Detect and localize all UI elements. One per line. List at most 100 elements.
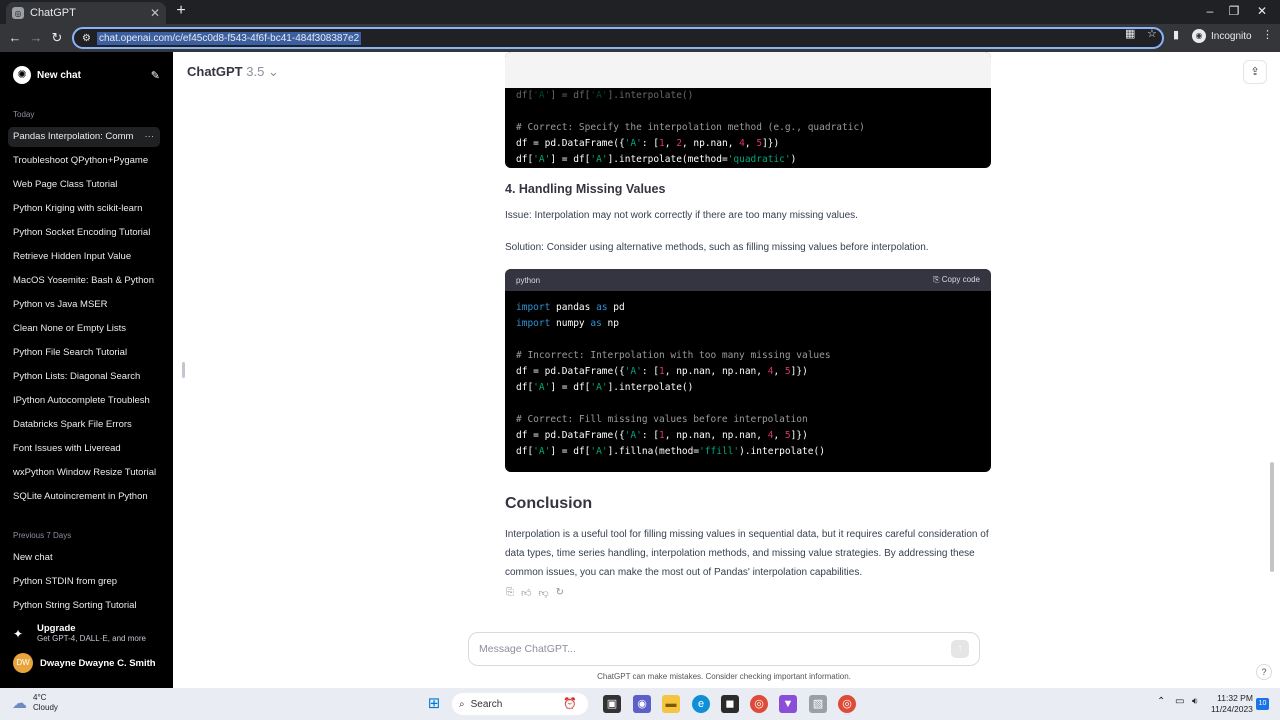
chat-item[interactable]: Retrieve Hidden Input Value [8,247,160,267]
app-icon[interactable]: ▧ [809,695,827,713]
notification-badge[interactable]: 10 [1256,698,1269,710]
message-composer[interactable]: Message ChatGPT... ↑ [468,632,980,666]
code-line: import numpy as np [516,318,619,329]
help-icon[interactable]: ? [1256,664,1272,680]
thumbs-down-icon[interactable]: 👎︎ [538,587,548,599]
code-line: df = pd.DataFrame({'A': [1, np.nan, np.n… [516,366,808,377]
user-menu[interactable]: DW Dwayne Dwayne C. Smith [13,652,163,674]
close-window-icon[interactable]: ✕ [1250,2,1274,20]
code-line: import pandas as pd [516,302,625,313]
address-bar[interactable]: ⚙ chat.openai.com/c/ef45c0d8-f543-4f6f-b… [72,27,1164,49]
new-chat-button[interactable]: ✺ New chat ✎ [8,64,160,86]
section-label-previous: Previous 7 Days [13,531,72,540]
side-panel-icon[interactable]: ▮ [1173,28,1179,41]
chrome-active-icon[interactable]: ◎ [838,695,856,713]
chat-item[interactable]: Python Socket Encoding Tutorial [8,223,160,243]
close-tab-icon[interactable]: ✕ [150,6,160,20]
scrollbar[interactable] [1270,462,1274,572]
send-button[interactable]: ↑ [951,640,969,658]
code-line: df = pd.DataFrame({'A': [1, np.nan, np.n… [516,430,808,441]
restore-icon[interactable]: ❐ [1222,2,1246,20]
windows-start-icon[interactable]: ⊞ [425,695,443,713]
minimize-icon[interactable]: – [1198,2,1222,20]
clock-date: 11/24/2023 [1211,704,1253,714]
sidebar-toggle-handle[interactable] [182,362,185,378]
code-comment: # Incorrect: Interpolation with too many… [516,350,831,361]
chrome-icon[interactable]: ◎ [750,695,768,713]
site-info-icon[interactable]: ⚙ [82,33,91,44]
section-label-today: Today [13,110,35,119]
upgrade-title: Upgrade [37,623,76,634]
code-line: df['A'] = df['A'].interpolate() [516,90,694,101]
chat-item-label: Pandas Interpolation: Comm [13,131,134,142]
code-block: df['A'] = df['A'].interpolate() # Correc… [505,52,991,168]
app-icon[interactable]: ▼ [779,695,797,713]
edge-icon[interactable]: e [692,695,710,713]
upgrade-button[interactable]: ✦ Upgrade Get GPT-4, DALL·E, and more [13,623,163,647]
weather-widget[interactable]: ☁ 4°C Cloudy [12,693,58,713]
teams-icon[interactable]: ◉ [633,695,651,713]
temperature: 4°C [33,693,47,702]
url-text[interactable]: chat.openai.com/c/ef45c0d8-f543-4f6f-bc4… [96,31,362,45]
share-icon[interactable]: ⇪ [1243,60,1267,84]
tab-title: ChatGPT [30,7,76,19]
chat-item[interactable]: Pandas Interpolation: Comm ··· [8,127,160,147]
menu-icon[interactable]: ⋮ [1262,28,1273,41]
taskbar-search-label: Search [470,698,503,710]
qr-code-icon[interactable]: ▦ [1125,27,1135,40]
message-input[interactable]: Message ChatGPT... [479,643,951,655]
chat-item[interactable]: IPython Autocomplete Troublesh [8,391,160,411]
chat-item[interactable]: Databricks Spark File Errors [8,415,160,435]
chat-item[interactable]: Python Lists: Diagonal Search [8,367,160,387]
new-chat-edit-icon[interactable]: ✎ [151,69,160,82]
widget-icon[interactable]: ⏰ [561,695,579,713]
chat-item[interactable]: Python String Sorting Tutorial [8,596,160,616]
file-explorer-icon[interactable]: ▬ [662,695,680,713]
chat-item[interactable]: Python File Search Tutorial [8,343,160,363]
back-icon[interactable]: ← [6,29,24,47]
section-heading: 4. Handling Missing Values [505,182,666,196]
browser-tab[interactable]: ◎ ChatGPT ✕ [6,2,166,24]
upgrade-subtitle: Get GPT-4, DALL·E, and more [37,634,146,643]
clock[interactable]: 11:32 PM 11/24/2023 [1211,693,1253,715]
regenerate-icon[interactable]: ↻ [556,587,564,599]
task-view-icon[interactable]: ▣ [603,695,621,713]
chat-item[interactable]: Clean None or Empty Lists [8,319,160,339]
copy-code-button[interactable]: ⎘ Copy code [933,275,980,285]
chat-item[interactable]: wxPython Window Resize Tutorial [8,463,160,483]
chatgpt-favicon-icon: ◎ [12,7,24,19]
store-icon[interactable]: ◼ [721,695,739,713]
code-line: df['A'] = df['A'].fillna(method='ffill')… [516,446,825,457]
new-chat-label: New chat [37,69,81,81]
more-options-icon[interactable]: ··· [145,127,155,147]
chat-item[interactable]: MacOS Yosemite: Bash & Python [8,271,160,291]
chat-item[interactable]: Python STDIN from grep [8,572,160,592]
chat-item[interactable]: Font Issues with Liveread [8,439,160,459]
incognito-icon: ◉ [1192,29,1206,43]
chat-item[interactable]: Web Page Class Tutorial [8,175,160,195]
chat-item[interactable]: New chat [8,548,160,568]
forward-icon[interactable]: → [27,29,45,47]
new-tab-button[interactable]: + [172,2,190,20]
reload-icon[interactable]: ↻ [48,29,66,47]
model-selector[interactable]: ChatGPT 3.5 ⌄ [187,64,279,80]
main-panel: ChatGPT 3.5 ⌄ ⇪ df['A'] = df['A'].interp… [173,52,1280,688]
volume-icon[interactable]: 🔉︎ [1192,696,1198,707]
copy-icon[interactable]: ⎘ [506,587,514,599]
profile-button[interactable]: ◉ Incognito [1192,29,1252,43]
bookmark-star-icon[interactable]: ☆ [1147,27,1157,40]
chat-item[interactable]: Python Kriging with scikit-learn [8,199,160,219]
chat-item[interactable]: SQLite Autoincrement in Python [8,487,160,507]
code-language: python [516,275,541,285]
show-hidden-icons-chevron-icon[interactable]: ⌃ [1157,696,1165,707]
network-icon[interactable]: ▭ [1175,696,1184,707]
weather-condition: Cloudy [33,703,58,712]
chat-item[interactable]: Python vs Java MSER [8,295,160,315]
thumbs-up-icon[interactable]: 👍︎ [521,587,531,599]
model-name: ChatGPT [187,64,243,79]
chat-item[interactable]: Troubleshoot QPython+Pygame [8,151,160,171]
code-comment: # Correct: Specify the interpolation met… [516,122,865,133]
